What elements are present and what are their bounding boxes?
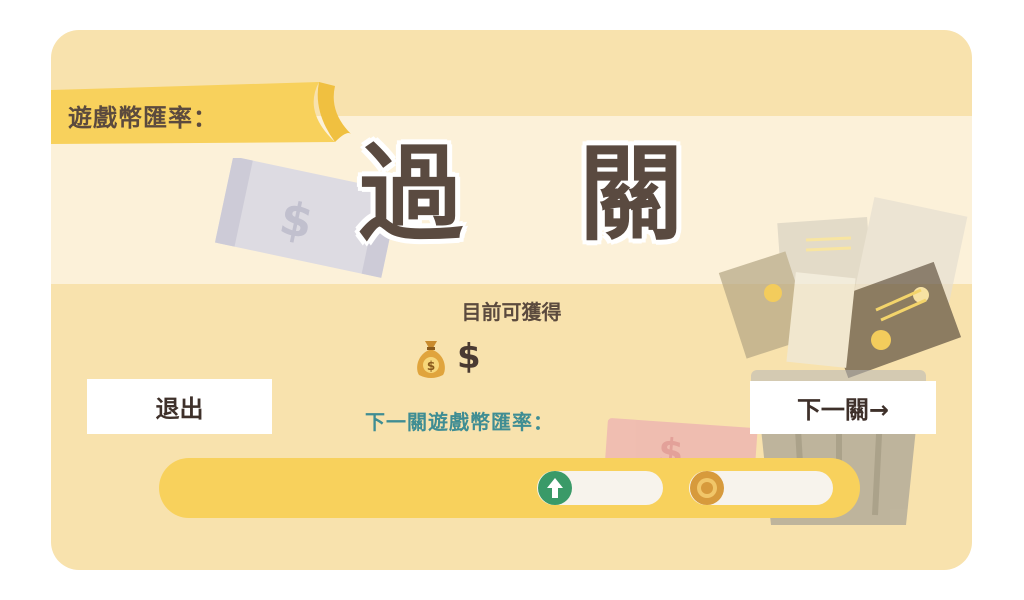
next-level-button[interactable]: 下一關→: [750, 381, 936, 434]
coin-icon: [690, 471, 724, 505]
earn-label: 目前可獲得: [461, 300, 562, 324]
earn-row: $ $: [413, 334, 481, 380]
rate-label: 遊戲幣匯率：: [68, 104, 218, 132]
svg-text:$: $: [427, 359, 435, 373]
level-complete-title: 過 關: [358, 133, 724, 255]
earned-amount: $: [457, 337, 481, 377]
up-arrow-icon: [538, 471, 572, 505]
rate-bar: [159, 458, 860, 518]
next-rate-label: 下一關遊戲幣匯率：: [365, 410, 554, 434]
exit-button[interactable]: 退出: [87, 379, 272, 434]
money-bag-icon: $: [417, 341, 445, 378]
result-panel: $ $ 遊戲幣匯率： 過 關 目前可獲得 $ $ 退出 下一關→ 下一關遊戲幣匯…: [51, 30, 972, 570]
